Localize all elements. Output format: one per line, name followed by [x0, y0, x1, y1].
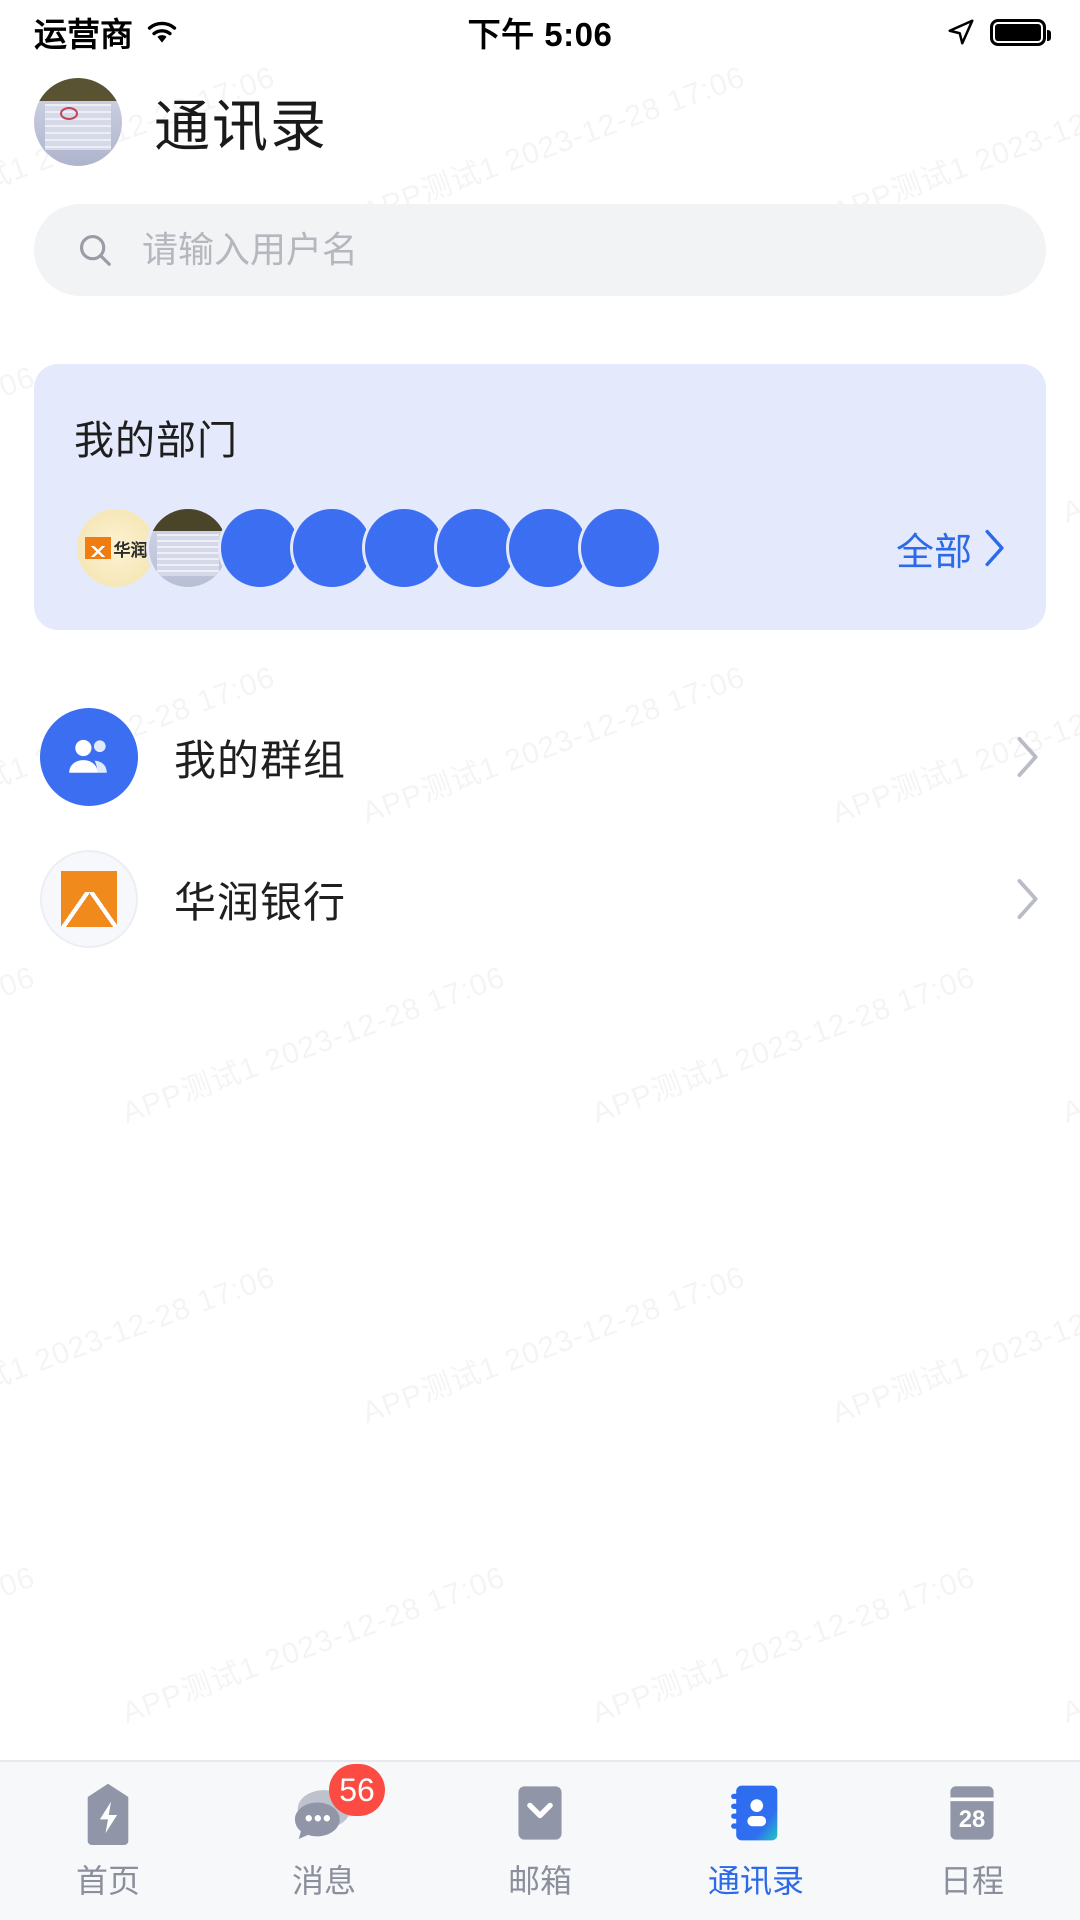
tab-home[interactable]: 首页	[0, 1780, 216, 1902]
mail-glyph-icon	[518, 1786, 562, 1840]
app-header: 通讯录	[0, 64, 1080, 176]
search-input[interactable]	[142, 229, 1004, 271]
my-department-title: 我的部门	[74, 419, 238, 463]
location-arrow-icon	[948, 19, 974, 45]
my-department-card[interactable]: 我的部门 华润 全部	[34, 364, 1046, 630]
bottom-tab-bar: 首页 56 消息 邮箱 通讯录 28 日程	[0, 1760, 1080, 1920]
china-resources-bank-logo-icon	[40, 850, 138, 948]
china-resources-label: 华润	[113, 540, 148, 560]
china-resources-mark-icon	[84, 537, 111, 559]
tab-mail[interactable]: 邮箱	[432, 1780, 648, 1902]
watermark-text: APP测试1 2023-12-28 17:06	[1055, 352, 1080, 532]
contacts-glyph-icon	[731, 1785, 778, 1841]
chevron-right-icon	[985, 529, 1004, 567]
contacts-book-icon	[725, 1780, 787, 1846]
list-item-label: 华润银行	[174, 878, 347, 926]
bank-logo-glyph-icon	[61, 871, 117, 927]
watermark-text: APP测试1 2023-12-28 17:06	[1055, 952, 1080, 1132]
tab-contacts[interactable]: 通讯录	[648, 1780, 864, 1902]
watermark-text: APP测试1 2023-12-28 17:06	[585, 952, 981, 1132]
tab-label: 消息	[291, 1863, 356, 1899]
chevron-right-icon	[1017, 878, 1038, 920]
watermark-text: APP测试1 2023-12-28 17:06	[0, 1552, 40, 1732]
watermark-text: APP测试1 2023-12-28 17:06	[115, 1552, 511, 1732]
status-bar-time: 下午 5:06	[467, 16, 613, 53]
tab-messages[interactable]: 56 消息	[216, 1764, 432, 1902]
watermark-text: APP测试1 2023-12-28 17:06	[825, 1252, 1080, 1432]
chevron-right-icon	[1017, 736, 1038, 778]
watermark-text: APP测试1 2023-12-28 17:06	[0, 952, 40, 1132]
tab-label: 日程	[939, 1863, 1004, 1899]
tab-schedule[interactable]: 28 日程	[864, 1780, 1080, 1902]
chat-bubbles-icon: 56	[293, 1764, 385, 1846]
people-glyph-icon	[69, 739, 107, 773]
mail-envelope-icon	[509, 1780, 571, 1846]
watermark-text: APP测试1 2023-12-28 17:06	[355, 1252, 751, 1432]
search-bar[interactable]	[34, 204, 1046, 296]
watermark-text: APP测试1 2023-12-28 17:06	[0, 1252, 280, 1432]
department-avatar-blue-6[interactable]	[578, 506, 662, 590]
status-bar-right	[946, 17, 1051, 47]
tab-label: 首页	[75, 1863, 140, 1899]
group-people-icon	[40, 708, 138, 806]
department-avatar-stack[interactable]: 华润	[74, 506, 662, 590]
department-avatar-row: 华润 全部	[74, 506, 1006, 590]
department-view-all-label: 全部	[895, 531, 972, 574]
home-glyph-icon	[87, 1783, 129, 1845]
search-icon	[79, 234, 111, 266]
status-bar: 运营商 下午 5:06	[0, 0, 1080, 64]
list-item-label: 我的群组	[174, 736, 347, 784]
home-lightning-icon	[77, 1780, 139, 1846]
calendar-glyph-icon: 28	[950, 1786, 994, 1840]
tab-label: 通讯录	[707, 1863, 804, 1899]
calendar-icon: 28	[941, 1780, 1003, 1846]
calendar-day-number: 28	[959, 1806, 986, 1833]
contact-list: 我的群组 华润银行	[0, 686, 1080, 970]
battery-full-icon	[990, 18, 1051, 46]
tab-label: 邮箱	[507, 1863, 572, 1899]
list-item-my-groups[interactable]: 我的群组	[0, 686, 1080, 828]
user-avatar-photo[interactable]	[34, 78, 122, 166]
list-item-china-resources-bank[interactable]: 华润银行	[0, 828, 1080, 970]
watermark-text: APP测试1 2023-12-28 17:06	[585, 1552, 981, 1732]
department-view-all-link[interactable]: 全部	[896, 521, 1006, 576]
watermark-text: APP测试1 2023-12-28 17:06	[115, 952, 511, 1132]
messages-unread-badge: 56	[329, 1764, 385, 1816]
watermark-text: APP测试1 2023-12-28 17:06	[1055, 1552, 1080, 1732]
page-title: 通讯录	[154, 94, 328, 158]
